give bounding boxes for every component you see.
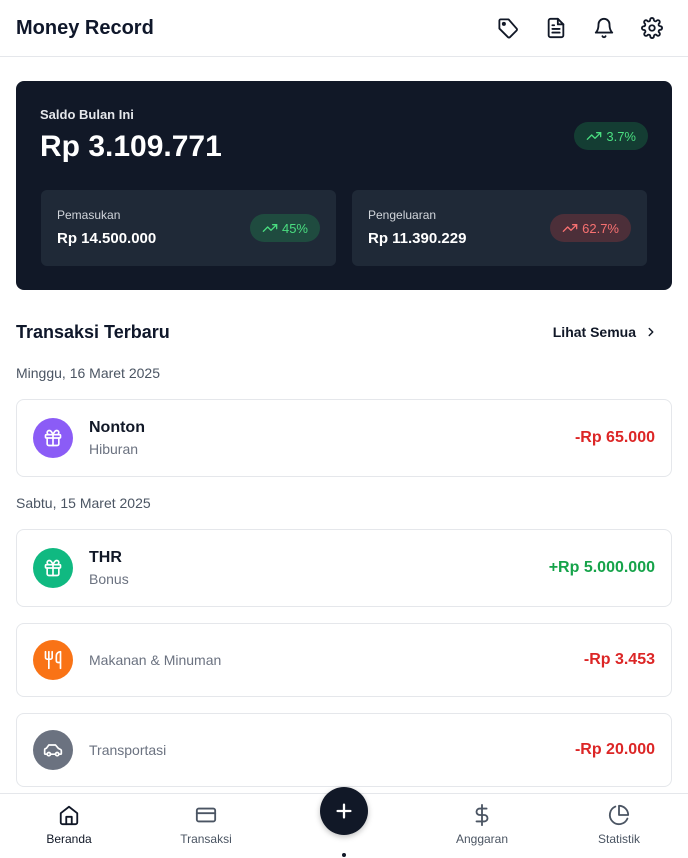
date-group-label: Minggu, 16 Maret 2025 [16, 365, 160, 381]
home-icon [59, 805, 79, 826]
active-indicator-dot [342, 853, 346, 857]
transaction-amount: -Rp 65.000 [574, 429, 655, 446]
transaction-text: Nonton Hiburan [89, 419, 575, 457]
balance-change-badge: 3.7% [574, 122, 648, 150]
income-card: Pemasukan Rp 14.500.000 45% [41, 190, 336, 266]
transaction-name: Nonton [89, 419, 145, 436]
transaction-category: Transportasi [89, 742, 167, 758]
header-actions [488, 8, 672, 48]
see-all-link[interactable]: Lihat Semua [553, 324, 672, 340]
date-group-label: Sabtu, 15 Maret 2025 [16, 495, 151, 511]
pie-chart-icon [608, 804, 630, 825]
transaction-item[interactable]: Nonton Hiburan -Rp 65.000 [16, 399, 672, 477]
nav-label: Statistik [597, 832, 640, 846]
transaction-text: Transportasi [89, 742, 575, 758]
transaction-item[interactable]: THR Bonus +Rp 5.000.000 [16, 529, 672, 607]
app-title: Money Record [16, 16, 154, 39]
document-icon[interactable] [536, 8, 576, 48]
income-change-badge: 45% [249, 214, 320, 242]
transaction-text: THR Bonus [89, 549, 549, 587]
transaction-category: Hiburan [89, 441, 139, 457]
nav-label: Anggaran [455, 832, 509, 846]
trending-up-icon [262, 224, 278, 232]
transaction-amount: -Rp 20.000 [574, 741, 655, 758]
expense-card: Pengeluaran Rp 11.390.229 62.7% [352, 190, 647, 266]
transaction-text: Makanan & Minuman [89, 652, 584, 668]
nav-item-statistik[interactable]: Statistik [569, 804, 669, 846]
plus-icon [336, 803, 352, 819]
nav-item-transaksi[interactable]: Transaksi [156, 804, 256, 846]
see-all-label: Lihat Semua [552, 324, 636, 340]
car-icon [33, 730, 73, 770]
balance-change-value: 3.7% [606, 128, 636, 144]
nav-item-anggaran[interactable]: Anggaran [432, 804, 532, 846]
section-title: Transaksi Terbaru [16, 321, 170, 342]
gift-icon [33, 418, 73, 458]
transaction-item[interactable]: Transportasi -Rp 20.000 [16, 713, 672, 787]
expense-change-badge: 62.7% [550, 214, 631, 242]
dollar-icon [475, 804, 489, 826]
expense-change-value: 62.7% [582, 220, 619, 236]
balance-label: Saldo Bulan Ini [40, 107, 134, 122]
bell-icon[interactable] [584, 8, 624, 48]
balance-value: Rp 3.109.771 [40, 130, 222, 163]
nav-item-beranda[interactable]: Beranda [19, 804, 119, 846]
balance-card: Saldo Bulan Ini Rp 3.109.771 3.7% Pemasu… [16, 81, 672, 290]
transaction-amount: +Rp 5.000.000 [548, 559, 655, 576]
chevron-right-icon [648, 327, 654, 337]
transaction-category: Makanan & Minuman [89, 652, 222, 668]
credit-card-icon [195, 807, 217, 823]
transaction-category: Bonus [89, 571, 129, 587]
settings-gear-icon[interactable] [632, 8, 672, 48]
add-transaction-button[interactable] [320, 787, 368, 835]
transaction-amount: -Rp 3.453 [583, 651, 655, 668]
app-header: Money Record [0, 0, 688, 57]
transaction-name: THR [89, 549, 122, 566]
transaction-item[interactable]: Makanan & Minuman -Rp 3.453 [16, 623, 672, 697]
nav-label: Transaksi [180, 832, 232, 846]
trending-up-icon [587, 132, 602, 140]
recent-transactions-header: Transaksi Terbaru Lihat Semua [16, 318, 672, 346]
utensils-icon [33, 640, 73, 680]
gift-icon [33, 548, 73, 588]
income-change-value: 45% [281, 220, 308, 236]
nav-label: Beranda [46, 832, 92, 846]
tag-icon[interactable] [488, 8, 528, 48]
trending-up-icon [562, 224, 578, 232]
